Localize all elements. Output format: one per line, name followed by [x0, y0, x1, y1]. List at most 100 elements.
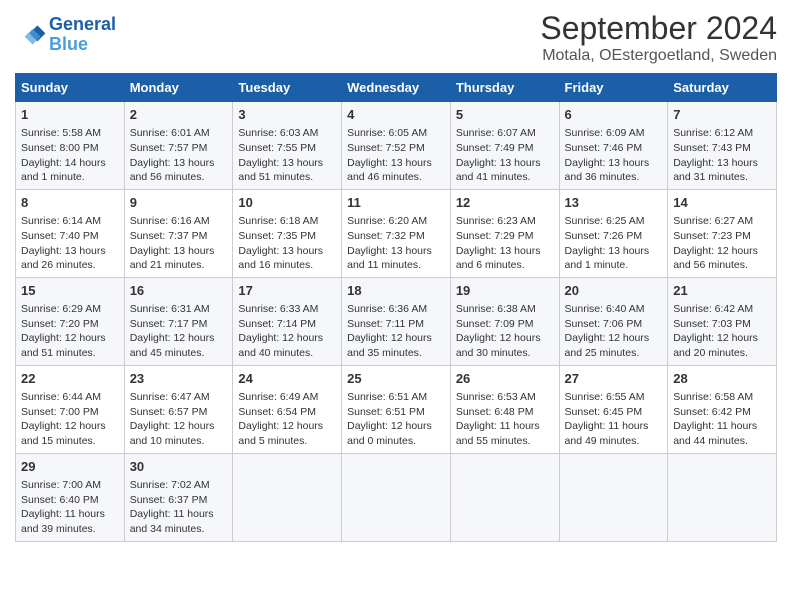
- day-number: 8: [21, 194, 119, 212]
- calendar-cell-2-2: 9 Sunrise: 6:16 AM Sunset: 7:37 PM Daylig…: [124, 189, 233, 277]
- day-number: 17: [238, 282, 336, 300]
- day-number: 21: [673, 282, 771, 300]
- calendar-week-5: 29 Sunrise: 7:00 AM Sunset: 6:40 PM Dayli…: [16, 453, 777, 541]
- day-info: Sunrise: 6:31 AM Sunset: 7:17 PM Dayligh…: [130, 302, 228, 361]
- page-header: General Blue September 2024 Motala, OEst…: [15, 10, 777, 65]
- calendar-cell-1-5: 5 Sunrise: 6:07 AM Sunset: 7:49 PM Daylig…: [450, 102, 559, 190]
- day-number: 15: [21, 282, 119, 300]
- day-info: Sunrise: 6:01 AM Sunset: 7:57 PM Dayligh…: [130, 126, 228, 185]
- calendar-cell-4-5: 26 Sunrise: 6:53 AM Sunset: 6:48 PM Dayli…: [450, 365, 559, 453]
- day-info: Sunrise: 6:58 AM Sunset: 6:42 PM Dayligh…: [673, 390, 771, 449]
- day-number: 27: [565, 370, 663, 388]
- calendar-cell-3-1: 15 Sunrise: 6:29 AM Sunset: 7:20 PM Dayli…: [16, 277, 125, 365]
- day-info: Sunrise: 6:09 AM Sunset: 7:46 PM Dayligh…: [565, 126, 663, 185]
- day-info: Sunrise: 6:55 AM Sunset: 6:45 PM Dayligh…: [565, 390, 663, 449]
- day-number: 4: [347, 106, 445, 124]
- calendar-cell-1-7: 7 Sunrise: 6:12 AM Sunset: 7:43 PM Daylig…: [668, 102, 777, 190]
- day-number: 24: [238, 370, 336, 388]
- calendar-cell-2-1: 8 Sunrise: 6:14 AM Sunset: 7:40 PM Daylig…: [16, 189, 125, 277]
- calendar-cell-5-5: [450, 453, 559, 541]
- day-number: 30: [130, 458, 228, 476]
- day-number: 6: [565, 106, 663, 124]
- day-info: Sunrise: 6:40 AM Sunset: 7:06 PM Dayligh…: [565, 302, 663, 361]
- calendar-cell-4-4: 25 Sunrise: 6:51 AM Sunset: 6:51 PM Dayli…: [342, 365, 451, 453]
- calendar-week-2: 8 Sunrise: 6:14 AM Sunset: 7:40 PM Daylig…: [16, 189, 777, 277]
- calendar-cell-1-3: 3 Sunrise: 6:03 AM Sunset: 7:55 PM Daylig…: [233, 102, 342, 190]
- day-info: Sunrise: 6:16 AM Sunset: 7:37 PM Dayligh…: [130, 214, 228, 273]
- calendar-week-4: 22Sunrise: 6:44 AM Sunset: 7:00 PM Dayli…: [16, 365, 777, 453]
- calendar-cell-3-4: 18Sunrise: 6:36 AM Sunset: 7:11 PM Dayli…: [342, 277, 451, 365]
- day-number: 2: [130, 106, 228, 124]
- day-info: Sunrise: 6:03 AM Sunset: 7:55 PM Dayligh…: [238, 126, 336, 185]
- day-info: Sunrise: 6:05 AM Sunset: 7:52 PM Dayligh…: [347, 126, 445, 185]
- day-info: Sunrise: 5:58 AM Sunset: 8:00 PM Dayligh…: [21, 126, 119, 185]
- calendar-cell-4-1: 22Sunrise: 6:44 AM Sunset: 7:00 PM Dayli…: [16, 365, 125, 453]
- day-number: 14: [673, 194, 771, 212]
- calendar-cell-3-6: 20 Sunrise: 6:40 AM Sunset: 7:06 PM Dayli…: [559, 277, 668, 365]
- day-info: Sunrise: 6:33 AM Sunset: 7:14 PM Dayligh…: [238, 302, 336, 361]
- calendar-cell-5-6: [559, 453, 668, 541]
- calendar-cell-2-6: 13Sunrise: 6:25 AM Sunset: 7:26 PM Dayli…: [559, 189, 668, 277]
- calendar-cell-2-4: 11 Sunrise: 6:20 AM Sunset: 7:32 PM Dayli…: [342, 189, 451, 277]
- calendar-cell-1-2: 2 Sunrise: 6:01 AM Sunset: 7:57 PM Daylig…: [124, 102, 233, 190]
- calendar-cell-5-1: 29 Sunrise: 7:00 AM Sunset: 6:40 PM Dayli…: [16, 453, 125, 541]
- calendar-cell-3-2: 16 Sunrise: 6:31 AM Sunset: 7:17 PM Dayli…: [124, 277, 233, 365]
- day-info: Sunrise: 6:18 AM Sunset: 7:35 PM Dayligh…: [238, 214, 336, 273]
- day-info: Sunrise: 6:51 AM Sunset: 6:51 PM Dayligh…: [347, 390, 445, 449]
- calendar-cell-4-2: 23 Sunrise: 6:47 AM Sunset: 6:57 PM Dayli…: [124, 365, 233, 453]
- day-info: Sunrise: 6:20 AM Sunset: 7:32 PM Dayligh…: [347, 214, 445, 273]
- day-number: 18: [347, 282, 445, 300]
- weekday-header-tuesday: Tuesday: [233, 74, 342, 102]
- weekday-header-thursday: Thursday: [450, 74, 559, 102]
- day-number: 9: [130, 194, 228, 212]
- calendar-cell-5-7: [668, 453, 777, 541]
- day-number: 20: [565, 282, 663, 300]
- day-info: Sunrise: 6:12 AM Sunset: 7:43 PM Dayligh…: [673, 126, 771, 185]
- day-info: Sunrise: 6:53 AM Sunset: 6:48 PM Dayligh…: [456, 390, 554, 449]
- day-number: 13: [565, 194, 663, 212]
- calendar-cell-2-3: 10Sunrise: 6:18 AM Sunset: 7:35 PM Dayli…: [233, 189, 342, 277]
- day-number: 25: [347, 370, 445, 388]
- day-number: 12: [456, 194, 554, 212]
- calendar-week-1: 1 Sunrise: 5:58 AM Sunset: 8:00 PM Daylig…: [16, 102, 777, 190]
- weekday-header-row: SundayMondayTuesdayWednesdayThursdayFrid…: [16, 74, 777, 102]
- logo: General Blue: [15, 15, 116, 55]
- calendar-cell-2-7: 14 Sunrise: 6:27 AM Sunset: 7:23 PM Dayli…: [668, 189, 777, 277]
- calendar-cell-3-5: 19 Sunrise: 6:38 AM Sunset: 7:09 PM Dayli…: [450, 277, 559, 365]
- calendar-table: SundayMondayTuesdayWednesdayThursdayFrid…: [15, 73, 777, 542]
- day-number: 3: [238, 106, 336, 124]
- page-subtitle: Motala, OEstergoetland, Sweden: [540, 47, 777, 65]
- calendar-cell-5-2: 30 Sunrise: 7:02 AM Sunset: 6:37 PM Dayli…: [124, 453, 233, 541]
- day-number: 11: [347, 194, 445, 212]
- day-info: Sunrise: 6:14 AM Sunset: 7:40 PM Dayligh…: [21, 214, 119, 273]
- logo-text: General Blue: [49, 15, 116, 55]
- day-info: Sunrise: 6:38 AM Sunset: 7:09 PM Dayligh…: [456, 302, 554, 361]
- calendar-cell-4-3: 24 Sunrise: 6:49 AM Sunset: 6:54 PM Dayli…: [233, 365, 342, 453]
- day-info: Sunrise: 6:49 AM Sunset: 6:54 PM Dayligh…: [238, 390, 336, 449]
- day-number: 1: [21, 106, 119, 124]
- weekday-header-friday: Friday: [559, 74, 668, 102]
- day-number: 28: [673, 370, 771, 388]
- day-info: Sunrise: 6:27 AM Sunset: 7:23 PM Dayligh…: [673, 214, 771, 273]
- day-number: 5: [456, 106, 554, 124]
- day-info: Sunrise: 6:47 AM Sunset: 6:57 PM Dayligh…: [130, 390, 228, 449]
- day-number: 16: [130, 282, 228, 300]
- calendar-cell-3-3: 17 Sunrise: 6:33 AM Sunset: 7:14 PM Dayli…: [233, 277, 342, 365]
- day-number: 19: [456, 282, 554, 300]
- day-number: 26: [456, 370, 554, 388]
- calendar-cell-1-6: 6 Sunrise: 6:09 AM Sunset: 7:46 PM Daylig…: [559, 102, 668, 190]
- day-info: Sunrise: 7:02 AM Sunset: 6:37 PM Dayligh…: [130, 478, 228, 537]
- day-number: 23: [130, 370, 228, 388]
- weekday-header-saturday: Saturday: [668, 74, 777, 102]
- calendar-cell-1-4: 4 Sunrise: 6:05 AM Sunset: 7:52 PM Daylig…: [342, 102, 451, 190]
- calendar-cell-2-5: 12Sunrise: 6:23 AM Sunset: 7:29 PM Dayli…: [450, 189, 559, 277]
- day-info: Sunrise: 6:44 AM Sunset: 7:00 PM Dayligh…: [21, 390, 119, 449]
- day-number: 7: [673, 106, 771, 124]
- day-number: 29: [21, 458, 119, 476]
- day-info: Sunrise: 6:29 AM Sunset: 7:20 PM Dayligh…: [21, 302, 119, 361]
- calendar-cell-1-1: 1 Sunrise: 5:58 AM Sunset: 8:00 PM Daylig…: [16, 102, 125, 190]
- day-info: Sunrise: 6:07 AM Sunset: 7:49 PM Dayligh…: [456, 126, 554, 185]
- day-info: Sunrise: 6:42 AM Sunset: 7:03 PM Dayligh…: [673, 302, 771, 361]
- day-info: Sunrise: 7:00 AM Sunset: 6:40 PM Dayligh…: [21, 478, 119, 537]
- calendar-cell-4-7: 28 Sunrise: 6:58 AM Sunset: 6:42 PM Dayli…: [668, 365, 777, 453]
